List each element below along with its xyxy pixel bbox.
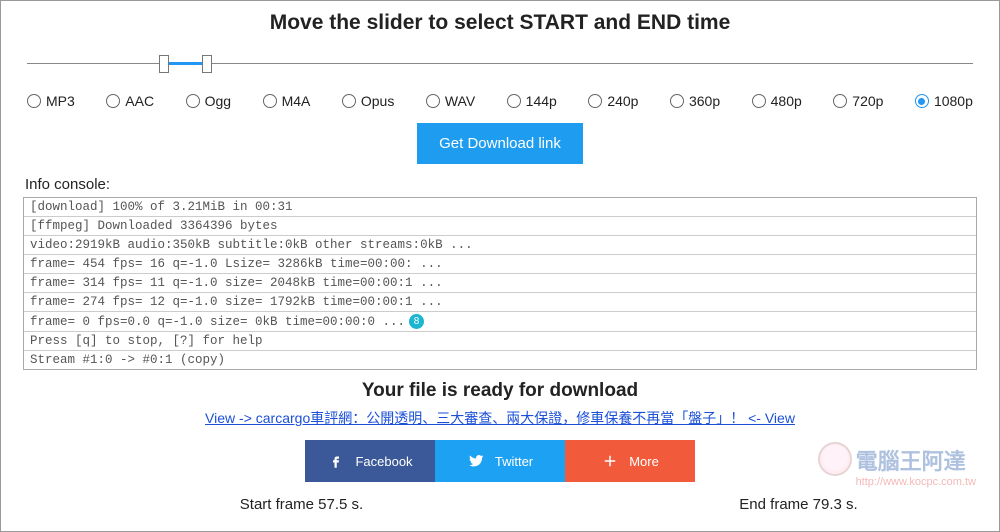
format-option-144p[interactable]: 144p bbox=[507, 93, 557, 109]
radio-icon bbox=[186, 94, 200, 108]
slider-handle-end[interactable] bbox=[202, 55, 212, 73]
format-option-240p[interactable]: 240p bbox=[588, 93, 638, 109]
format-label: 480p bbox=[771, 93, 802, 109]
radio-icon bbox=[263, 94, 277, 108]
format-option-1080p[interactable]: 1080p bbox=[915, 93, 973, 109]
radio-icon bbox=[106, 94, 120, 108]
end-frame-label: End frame 79.3 s. bbox=[500, 496, 977, 513]
format-option-opus[interactable]: Opus bbox=[342, 93, 394, 109]
slider-handle-start[interactable] bbox=[159, 55, 169, 73]
frame-times: Start frame 57.5 s. End frame 79.3 s. bbox=[23, 496, 977, 513]
console-badge: 8 bbox=[409, 314, 424, 329]
format-label: 144p bbox=[526, 93, 557, 109]
share-row: Facebook Twitter More bbox=[23, 440, 977, 482]
format-label: 240p bbox=[607, 93, 638, 109]
twitter-icon bbox=[467, 452, 485, 470]
facebook-icon bbox=[327, 452, 345, 470]
format-option-wav[interactable]: WAV bbox=[426, 93, 475, 109]
format-options: MP3 AAC Ogg M4A Opus WAV 144p 240p 360p 480p 720p 1… bbox=[27, 93, 973, 109]
radio-icon bbox=[752, 94, 766, 108]
share-more-button[interactable]: More bbox=[565, 440, 695, 482]
format-label: Ogg bbox=[205, 93, 231, 109]
format-option-360p[interactable]: 360p bbox=[670, 93, 720, 109]
format-label: 720p bbox=[852, 93, 883, 109]
console-line: frame= 314 fps= 11 q=-1.0 size= 2048kB t… bbox=[24, 274, 976, 293]
console-label: Info console: bbox=[25, 176, 975, 193]
format-option-720p[interactable]: 720p bbox=[833, 93, 883, 109]
console-line: frame= 454 fps= 16 q=-1.0 Lsize= 3286kB … bbox=[24, 255, 976, 274]
format-label: WAV bbox=[445, 93, 475, 109]
console-line: Press [q] to stop, [?] for help bbox=[24, 332, 976, 351]
radio-icon bbox=[833, 94, 847, 108]
radio-icon bbox=[426, 94, 440, 108]
radio-icon bbox=[342, 94, 356, 108]
format-option-aac[interactable]: AAC bbox=[106, 93, 154, 109]
info-console: [download] 100% of 3.21MiB in 00:31[ffmp… bbox=[23, 197, 977, 370]
format-option-ogg[interactable]: Ogg bbox=[186, 93, 231, 109]
plus-icon bbox=[601, 452, 619, 470]
console-line: Stream #1:0 -> #0:1 (copy) bbox=[24, 351, 976, 369]
share-facebook-button[interactable]: Facebook bbox=[305, 440, 435, 482]
slider-selected-range bbox=[164, 62, 207, 65]
console-line: [download] 100% of 3.21MiB in 00:31 bbox=[24, 198, 976, 217]
time-range-slider[interactable] bbox=[27, 51, 973, 79]
format-label: 1080p bbox=[934, 93, 973, 109]
format-label: 360p bbox=[689, 93, 720, 109]
share-twitter-button[interactable]: Twitter bbox=[435, 440, 565, 482]
format-label: AAC bbox=[125, 93, 154, 109]
format-option-mp3[interactable]: MP3 bbox=[27, 93, 75, 109]
format-option-m4a[interactable]: M4A bbox=[263, 93, 311, 109]
promo-link[interactable]: View -> carcargo車評網：公開透明、三大審查、兩大保證，修車保養不… bbox=[23, 408, 977, 428]
get-download-link-button[interactable]: Get Download link bbox=[417, 123, 583, 164]
console-line: frame= 0 fps=0.0 q=-1.0 size= 0kB time=0… bbox=[24, 312, 976, 332]
start-frame-label: Start frame 57.5 s. bbox=[23, 496, 500, 513]
format-option-480p[interactable]: 480p bbox=[752, 93, 802, 109]
share-more-label: More bbox=[629, 454, 659, 469]
share-facebook-label: Facebook bbox=[355, 454, 412, 469]
console-line: video:2919kB audio:350kB subtitle:0kB ot… bbox=[24, 236, 976, 255]
format-label: M4A bbox=[282, 93, 311, 109]
radio-icon bbox=[588, 94, 602, 108]
radio-icon bbox=[507, 94, 521, 108]
radio-icon bbox=[670, 94, 684, 108]
share-twitter-label: Twitter bbox=[495, 454, 533, 469]
ready-title: Your file is ready for download bbox=[23, 380, 977, 402]
format-label: Opus bbox=[361, 93, 394, 109]
format-label: MP3 bbox=[46, 93, 75, 109]
console-line: frame= 274 fps= 12 q=-1.0 size= 1792kB t… bbox=[24, 293, 976, 312]
radio-icon bbox=[915, 94, 929, 108]
radio-icon bbox=[27, 94, 41, 108]
console-line: [ffmpeg] Downloaded 3364396 bytes bbox=[24, 217, 976, 236]
page-title: Move the slider to select START and END … bbox=[23, 11, 977, 35]
